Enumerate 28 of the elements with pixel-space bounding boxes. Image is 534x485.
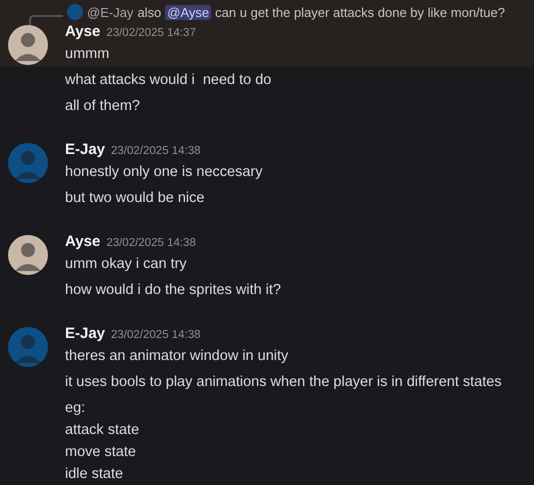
author-name[interactable]: Ayse: [65, 233, 100, 250]
timestamp: 23/02/2025 14:38: [111, 329, 201, 341]
message-text: but two would be nice: [65, 189, 206, 208]
message-text: ummm: [65, 45, 110, 64]
timestamp: 23/02/2025 14:37: [106, 27, 196, 39]
message-text: umm okay i can try: [65, 255, 188, 274]
message-text: move state: [65, 443, 137, 462]
reply-text: also: [137, 4, 162, 20]
message-text: attack state: [65, 421, 140, 440]
mention-link[interactable]: @Ayse: [165, 4, 212, 20]
message-text: idle state: [65, 465, 124, 484]
reply-author[interactable]: @E-Jay: [87, 4, 134, 20]
timestamp: 23/02/2025 14:38: [111, 145, 201, 157]
message-text: how would i do the sprites with it?: [65, 281, 282, 300]
message-text: theres an animator window in unity: [65, 347, 288, 366]
author-name[interactable]: E-Jay: [65, 325, 106, 342]
message-text: all of them?: [65, 97, 141, 116]
message-text: honestly only one is neccesary: [65, 163, 262, 182]
reply-connector: [29, 15, 63, 27]
reply-text: can u get the player attacks done by like mon/tue?: [215, 4, 505, 20]
message-text: what attacks would i need to do: [65, 71, 272, 90]
avatar-icon[interactable]: [8, 235, 48, 275]
author-name[interactable]: E-Jay: [65, 141, 106, 158]
avatar-icon[interactable]: [8, 25, 48, 65]
message-text: eg:: [65, 399, 86, 418]
author-name[interactable]: Ayse: [65, 23, 100, 40]
timestamp: 23/02/2025 14:38: [106, 237, 196, 249]
message-text: it uses bools to play animations when the player is in different states: [65, 373, 503, 392]
